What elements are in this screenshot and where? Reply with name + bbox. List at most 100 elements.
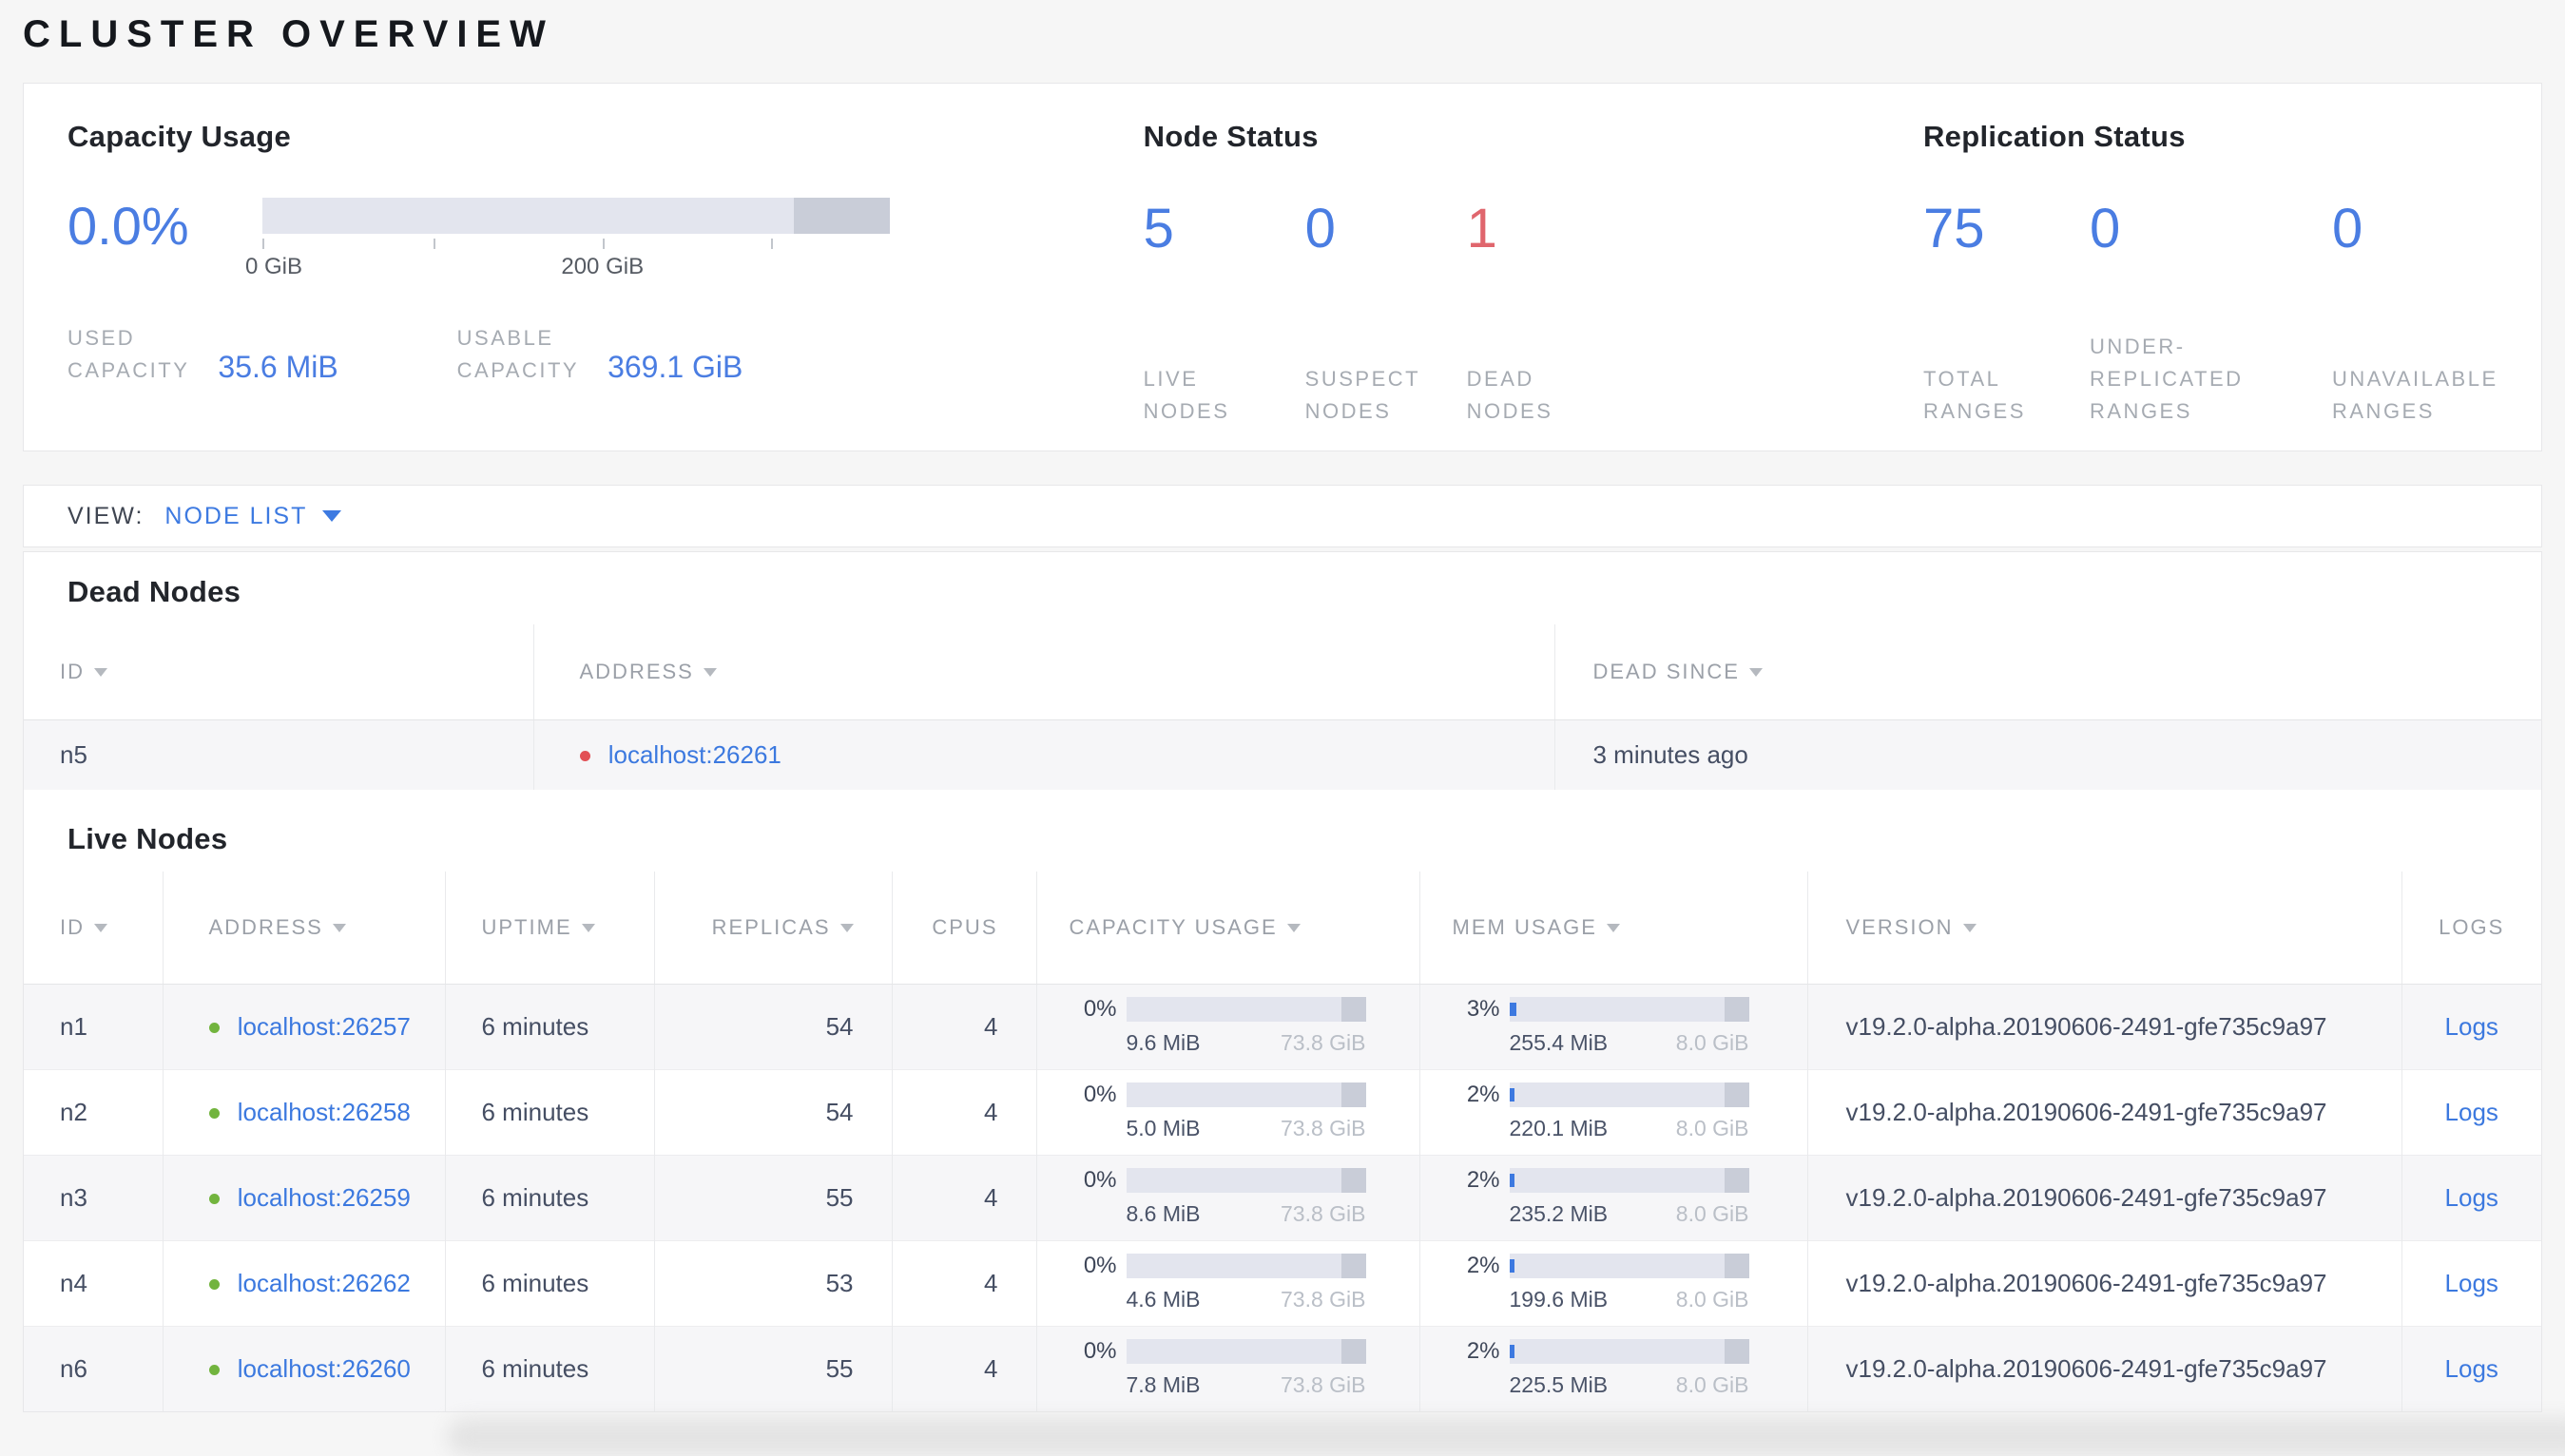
node-address-link[interactable]: localhost:26259 xyxy=(238,1183,411,1212)
dead-status-dot-icon xyxy=(579,751,590,762)
table-row: n4 localhost:26262 6 minutes 53 4 0% 4.6… xyxy=(24,1240,2541,1326)
cell-cpus: 4 xyxy=(891,1326,1036,1411)
col-header-logs: LOGS xyxy=(2401,872,2541,985)
col-header-mem-usage[interactable]: MEM USAGE xyxy=(1418,872,1807,985)
col-header-replicas[interactable]: REPLICAS xyxy=(653,872,892,985)
live-status-dot-icon xyxy=(208,1023,220,1034)
cell-node-address: localhost:26258 xyxy=(162,1069,445,1155)
dead-col-header-address[interactable]: ADDRESS xyxy=(532,624,1554,720)
unavailable-ranges-stat: 0 UNAVAILABLE RANGES xyxy=(2332,201,2541,428)
usable-capacity-value: 369.1 GiB xyxy=(608,350,743,385)
node-address-link[interactable]: localhost:26258 xyxy=(238,1098,411,1126)
cell-replicas: 54 xyxy=(653,1069,892,1155)
col-header-id[interactable]: ID xyxy=(24,872,163,985)
cell-capacity-usage: 0% 5.0 MiB 73.8 GiB xyxy=(1035,1069,1419,1155)
view-bar: VIEW: NODE LIST xyxy=(23,485,2542,547)
live-nodes-value: 5 xyxy=(1143,198,1174,259)
capacity-bar-segment xyxy=(794,198,890,234)
capacity-axis-labels: 0 GiB 200 GiB xyxy=(245,254,890,282)
cell-uptime: 6 minutes xyxy=(444,1155,654,1240)
sort-arrow-icon xyxy=(1286,924,1301,933)
cell-version: v19.2.0-alpha.20190606-2491-gfe735c9a97 xyxy=(1806,1069,2401,1155)
view-dropdown-value: NODE LIST xyxy=(164,502,308,529)
logs-link[interactable]: Logs xyxy=(2445,1098,2498,1126)
dead-nodes-label: DEAD NODES xyxy=(1466,366,1553,423)
live-status-dot-icon xyxy=(208,1108,220,1120)
capacity-mini-bar xyxy=(1126,1338,1366,1364)
page-title: CLUSTER OVERVIEW xyxy=(23,13,554,55)
mem-mini-bar xyxy=(1509,1338,1749,1364)
table-row: n1 localhost:26257 6 minutes 54 4 0% 9.6… xyxy=(24,984,2541,1069)
cell-node-address: localhost:26259 xyxy=(162,1155,445,1240)
live-nodes-table: ID ADDRESS UPTIME REPLICAS CPUS CAPACITY… xyxy=(24,872,2541,1411)
capacity-percent: 0.0% xyxy=(68,196,189,256)
col-header-cpus: CPUS xyxy=(891,872,1036,985)
capacity-axis-ticks xyxy=(262,239,890,252)
unavailable-ranges-label: UNAVAILABLE RANGES xyxy=(2332,366,2498,423)
cell-node-address: localhost:26260 xyxy=(162,1326,445,1411)
cell-mem-usage: 2% 199.6 MiB 8.0 GiB xyxy=(1418,1240,1807,1326)
cell-version: v19.2.0-alpha.20190606-2491-gfe735c9a97 xyxy=(1806,984,2401,1069)
cell-cpus: 4 xyxy=(891,1155,1036,1240)
axis-label-200gib: 200 GiB xyxy=(561,254,645,279)
col-header-version[interactable]: VERSION xyxy=(1806,872,2401,985)
sort-arrow-icon xyxy=(94,668,107,678)
total-ranges-label: TOTAL RANGES xyxy=(1923,366,2026,423)
cell-node-address: localhost:26261 xyxy=(532,719,1554,790)
node-status-title: Node Status xyxy=(1143,120,1319,153)
logs-link[interactable]: Logs xyxy=(2445,1012,2498,1041)
sort-arrow-icon xyxy=(581,924,595,933)
usable-capacity-stat: USABLE CAPACITY 369.1 GiB xyxy=(457,322,743,387)
cell-version: v19.2.0-alpha.20190606-2491-gfe735c9a97 xyxy=(1806,1240,2401,1326)
dead-nodes-title: Dead Nodes xyxy=(68,575,241,608)
col-header-address[interactable]: ADDRESS xyxy=(162,872,445,985)
cell-capacity-usage: 0% 4.6 MiB 73.8 GiB xyxy=(1035,1240,1419,1326)
cell-uptime: 6 minutes xyxy=(444,1069,654,1155)
logs-link[interactable]: Logs xyxy=(2445,1269,2498,1297)
live-nodes-title: Live Nodes xyxy=(68,822,228,855)
sort-arrow-icon xyxy=(839,924,854,933)
cell-node-id: n3 xyxy=(60,1182,87,1212)
logs-link[interactable]: Logs xyxy=(2445,1354,2498,1383)
col-header-capacity-usage[interactable]: CAPACITY USAGE xyxy=(1035,872,1419,985)
col-header-uptime[interactable]: UPTIME xyxy=(444,872,654,985)
dead-nodes-table: ID ADDRESS DEAD SINCE n5 localhost:26261… xyxy=(24,624,2541,790)
under-replicated-ranges-stat: 0 UNDER- REPLICATED RANGES xyxy=(2090,201,2332,428)
cell-replicas: 53 xyxy=(653,1240,892,1326)
cell-version: v19.2.0-alpha.20190606-2491-gfe735c9a97 xyxy=(1806,1326,2401,1411)
cell-dead-since: 3 minutes ago xyxy=(1553,719,2541,790)
node-address-link[interactable]: localhost:26261 xyxy=(608,740,781,769)
cell-node-id: n5 xyxy=(60,739,87,769)
mem-mini-bar xyxy=(1509,996,1749,1022)
cell-capacity-usage: 0% 7.8 MiB 73.8 GiB xyxy=(1035,1326,1419,1411)
table-row: n5 localhost:26261 3 minutes ago xyxy=(24,719,2541,790)
cell-cpus: 4 xyxy=(891,1069,1036,1155)
dead-col-header-dead-since[interactable]: DEAD SINCE xyxy=(1553,624,2541,720)
cell-mem-usage: 2% 220.1 MiB 8.0 GiB xyxy=(1418,1069,1807,1155)
nodes-tables-card: Dead Nodes ID ADDRESS DEAD SINCE n5 loca… xyxy=(23,551,2542,1412)
cell-version: v19.2.0-alpha.20190606-2491-gfe735c9a97 xyxy=(1806,1155,2401,1240)
table-row: n2 localhost:26258 6 minutes 54 4 0% 5.0… xyxy=(24,1069,2541,1155)
capacity-mini-bar xyxy=(1126,1082,1366,1107)
view-label: VIEW: xyxy=(68,502,145,529)
dead-col-header-id[interactable]: ID xyxy=(24,624,533,720)
total-ranges-stat: 75 TOTAL RANGES xyxy=(1923,201,2090,428)
live-status-dot-icon xyxy=(208,1365,220,1376)
live-status-dot-icon xyxy=(208,1279,220,1291)
node-address-link[interactable]: localhost:26257 xyxy=(238,1012,411,1041)
capacity-mini-bar xyxy=(1126,996,1366,1022)
logs-link[interactable]: Logs xyxy=(2445,1183,2498,1212)
cell-cpus: 4 xyxy=(891,984,1036,1069)
sort-arrow-icon xyxy=(703,668,717,678)
dead-nodes-value: 1 xyxy=(1466,198,1497,259)
mem-mini-bar xyxy=(1509,1082,1749,1107)
capacity-usage-section: Capacity Usage 0.0% 0 GiB 200 GiB USED C… xyxy=(68,120,1144,414)
used-capacity-stat: USED CAPACITY 35.6 MiB xyxy=(68,322,338,387)
node-address-link[interactable]: localhost:26262 xyxy=(238,1269,411,1297)
suspect-nodes-value: 0 xyxy=(1304,198,1336,259)
view-dropdown[interactable]: NODE LIST xyxy=(164,502,342,530)
node-address-link[interactable]: localhost:26260 xyxy=(238,1354,411,1383)
cell-logs: Logs xyxy=(2401,984,2541,1069)
cell-uptime: 6 minutes xyxy=(444,1326,654,1411)
mem-mini-bar xyxy=(1509,1253,1749,1278)
